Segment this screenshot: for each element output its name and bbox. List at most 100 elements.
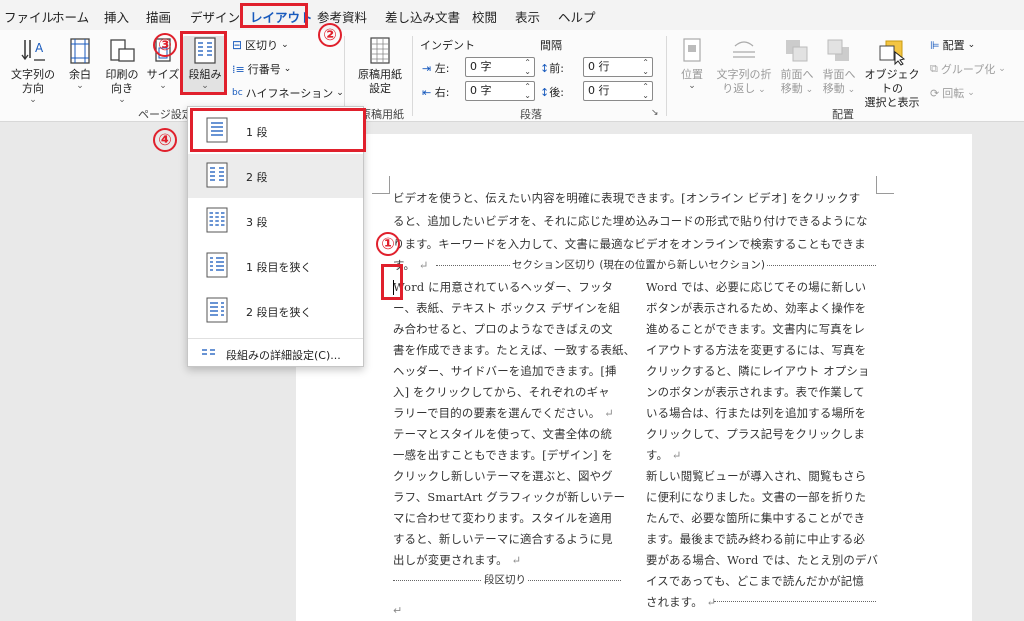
intro-line: ります。キーワードを入力して、文書に最適なビデオをオンラインで検索することもでき…: [393, 237, 866, 251]
col2-line: す。 ↵: [646, 447, 682, 463]
menu-insert[interactable]: 挿入: [104, 7, 129, 26]
hyphenation-icon: bc: [232, 88, 243, 98]
columns-option-two[interactable]: 2 段: [188, 154, 363, 198]
menu-design[interactable]: デザイン: [190, 7, 240, 26]
size-label: サイズ: [146, 68, 180, 81]
hyphenation-button[interactable]: bc ハイフネーション ⌄: [232, 85, 344, 101]
col1-line: み合わせると、プロのようなできばえの文: [393, 322, 613, 336]
page-corner-mark: [876, 176, 894, 194]
more-columns-label: 段組みの詳細設定(C)...: [226, 349, 341, 362]
col1-line: テーマとスタイルを使って、文書全体の統: [393, 427, 613, 441]
wrap-text-button[interactable]: 文字列の折 り返し ⌄: [714, 36, 774, 97]
col2-line: イアウトする方法を変更するには、写真を: [646, 343, 867, 357]
chevron-down-icon: ⌄: [967, 40, 976, 50]
col2-line: Word では、必要に応じてその場に新しい: [646, 280, 867, 294]
menu-draw[interactable]: 描画: [146, 7, 171, 26]
highlight-cursor-position: [381, 264, 403, 300]
margins-button[interactable]: 余白 ⌄: [62, 36, 98, 91]
send-backward-button[interactable]: 背面へ 移動 ⌄: [818, 36, 860, 97]
indent-left-input[interactable]: 0 字 ⌃ ⌄: [465, 57, 535, 77]
section-break-label: セクション区切り (現在の位置から新しいセクション): [510, 257, 768, 272]
columns-option-two-label: 2 段: [246, 171, 268, 184]
space-before-icon: ↕: [540, 62, 550, 75]
manuscript-settings-button[interactable]: 原稿用紙 設定: [352, 36, 408, 96]
column-break-label: 段区切り: [482, 572, 528, 587]
send-backward-icon: [827, 39, 849, 61]
indent-right-icon: ⇤: [422, 86, 432, 99]
menu-file[interactable]: ファイル: [4, 7, 54, 26]
position-icon: [683, 38, 701, 62]
wrap-text-label-1: 文字列の折: [716, 68, 772, 81]
col2-line: に便利になりました。文書の一部を折りた: [646, 490, 867, 504]
chevron-down-icon: ⌄: [967, 88, 975, 98]
breaks-button[interactable]: ⊟ 区切り ⌄: [232, 37, 289, 53]
chevron-down-icon: ⌄: [336, 88, 344, 98]
two-columns-icon: [206, 162, 228, 188]
chevron-down-icon: ⌄: [755, 85, 766, 95]
bring-forward-button[interactable]: 前面へ 移動 ⌄: [776, 36, 818, 97]
three-columns-icon: [206, 207, 228, 233]
line-numbers-button[interactable]: ⁞≡ 行番号 ⌄: [232, 61, 291, 77]
group-button[interactable]: ⧉ グループ化 ⌄: [930, 61, 1006, 77]
indent-right-input[interactable]: 0 字 ⌃ ⌄: [465, 81, 535, 101]
position-button[interactable]: 位置 ⌄: [672, 36, 712, 91]
text-direction-label-2: 方向: [22, 82, 44, 95]
menu-home[interactable]: ホーム: [52, 7, 89, 26]
paragraph-mark-icon: ↵: [393, 604, 403, 617]
align-button[interactable]: ⊫ 配置 ⌄: [930, 37, 975, 53]
more-columns-button[interactable]: 段組みの詳細設定(C)...: [188, 339, 363, 367]
bring-forward-label-1: 前面へ: [780, 68, 814, 81]
step-2-badge: ②: [318, 23, 342, 47]
section-break-line: [714, 601, 876, 602]
paragraph-mark-icon: ↵: [702, 595, 717, 609]
menu-mailings[interactable]: 差し込み文書: [385, 7, 460, 26]
col1-line: 書を作成できます。たとえば、一致する表紙、: [393, 343, 636, 357]
send-backward-label-2: 移動: [822, 82, 845, 95]
columns-settings-icon: [202, 349, 215, 355]
intro-line: ると、追加したいビデオを、それに応じた埋め込みコードの形式で貼り付けできるように…: [393, 214, 868, 228]
chevron-down-icon: ⌄: [159, 81, 167, 91]
indent-left-icon: ⇥: [422, 62, 432, 75]
space-after-icon: ↕: [540, 86, 550, 99]
text-direction-button[interactable]: A 文字列の 方向 ⌄: [6, 36, 60, 105]
space-after-input[interactable]: 0 行 ⌃ ⌄: [583, 81, 653, 101]
menu-help[interactable]: ヘルプ: [558, 7, 596, 26]
orientation-label-2: 向き: [111, 82, 133, 95]
rotate-icon: ⟳: [930, 86, 940, 100]
rotate-button[interactable]: ⟳ 回転 ⌄: [930, 85, 975, 101]
col2-text: されます。: [646, 595, 703, 609]
columns-option-right[interactable]: 2 段目を狭く: [188, 289, 363, 333]
columns-option-three-label: 3 段: [246, 216, 268, 229]
col1-line: 一感を出すこともできます。[デザイン] を: [393, 448, 614, 462]
chevron-down-icon: ⌄: [76, 81, 84, 91]
space-after-text: 後:: [549, 86, 564, 99]
menu-view[interactable]: 表示: [515, 7, 540, 26]
svg-text:A: A: [35, 41, 44, 55]
group-icon: ⧉: [930, 62, 938, 75]
page-break-icon: ⊟: [232, 38, 243, 52]
selection-pane-button[interactable]: オブジェクトの 選択と表示: [860, 36, 924, 110]
margins-icon: [70, 38, 90, 64]
menu-review[interactable]: 校閲: [472, 7, 497, 26]
indent-left-label: ⇥ 左:: [422, 60, 449, 76]
columns-option-three[interactable]: 3 段: [188, 199, 363, 243]
group-separator: [344, 36, 345, 116]
col2-line: されます。 ↵: [646, 594, 716, 610]
left-narrow-column-icon: [206, 252, 228, 278]
columns-option-left-label: 1 段目を狭く: [246, 261, 312, 274]
col2-line: 進めることができます。文書内に写真をレ: [646, 322, 866, 336]
col2-line: いる場合は、行または列を追加する場所を: [646, 406, 867, 420]
chevron-down-icon: ⌄: [283, 64, 292, 74]
document-page[interactable]: ビデオを使うと、伝えたい内容を明確に表現できます。[オンライン ビデオ] をクリ…: [296, 134, 972, 621]
col2-line: 要がある場合、Word では、たとえ別のデバ: [646, 553, 879, 567]
chevron-down-icon: ⌄: [844, 85, 856, 95]
menu-bar: ファイル ホーム 挿入 描画 デザイン レイアウト 参考資料 差し込み文書 校閲…: [0, 0, 1024, 30]
space-before-input[interactable]: 0 行 ⌃ ⌄: [583, 57, 653, 77]
dialog-launcher-icon[interactable]: ↘: [651, 108, 659, 118]
wrap-text-label-2: り返し: [722, 82, 756, 95]
orientation-button[interactable]: 印刷の 向き ⌄: [100, 36, 144, 105]
col1-line: 出しが変更されます。 ↵: [393, 552, 521, 568]
columns-option-left[interactable]: 1 段目を狭く: [188, 244, 363, 288]
space-before-text: 前:: [549, 62, 564, 75]
hyphenation-label: ハイフネーション: [245, 87, 334, 100]
